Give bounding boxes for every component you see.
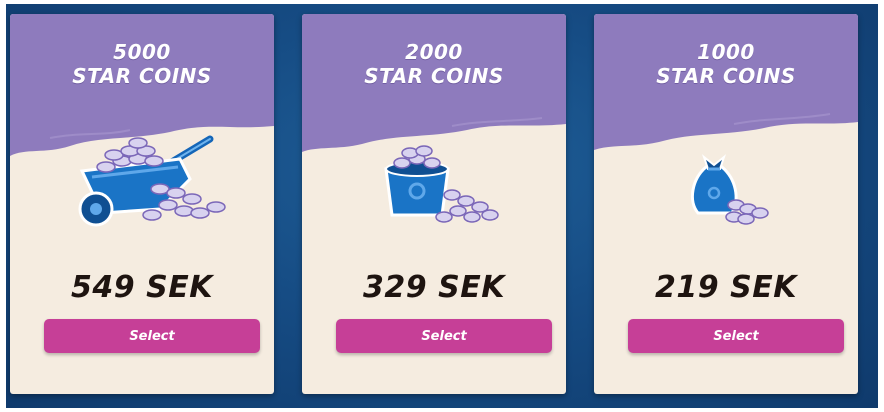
store-background: 5000 STAR COINS 549 SEK Select 2000 STAR… bbox=[6, 4, 878, 408]
coin-unit: STAR COINS bbox=[364, 64, 504, 88]
coin-unit: STAR COINS bbox=[72, 64, 212, 88]
price-label: 549 SEK bbox=[71, 270, 213, 305]
product-card-1000: 1000 STAR COINS 219 SEK Select bbox=[594, 14, 858, 394]
product-card-5000: 5000 STAR COINS 549 SEK Select bbox=[10, 14, 274, 394]
coin-amount: 1000 bbox=[697, 40, 755, 64]
bucket-coins-icon bbox=[302, 129, 566, 239]
price-label: 219 SEK bbox=[655, 270, 797, 305]
select-button-5000[interactable]: Select bbox=[44, 319, 260, 353]
coin-amount: 2000 bbox=[405, 40, 463, 64]
price-label: 329 SEK bbox=[363, 270, 505, 305]
select-button-2000[interactable]: Select bbox=[336, 319, 552, 353]
bag-coins-icon bbox=[594, 129, 858, 239]
coin-amount-title: 2000 STAR COINS bbox=[302, 40, 566, 88]
coin-amount-title: 1000 STAR COINS bbox=[594, 40, 858, 88]
coin-unit: STAR COINS bbox=[656, 64, 796, 88]
select-button-1000[interactable]: Select bbox=[628, 319, 844, 353]
coin-amount-title: 5000 STAR COINS bbox=[10, 40, 274, 88]
wheelbarrow-coins-icon bbox=[10, 129, 274, 239]
coin-amount: 5000 bbox=[113, 40, 171, 64]
product-card-2000: 2000 STAR COINS 329 SEK Select bbox=[302, 14, 566, 394]
